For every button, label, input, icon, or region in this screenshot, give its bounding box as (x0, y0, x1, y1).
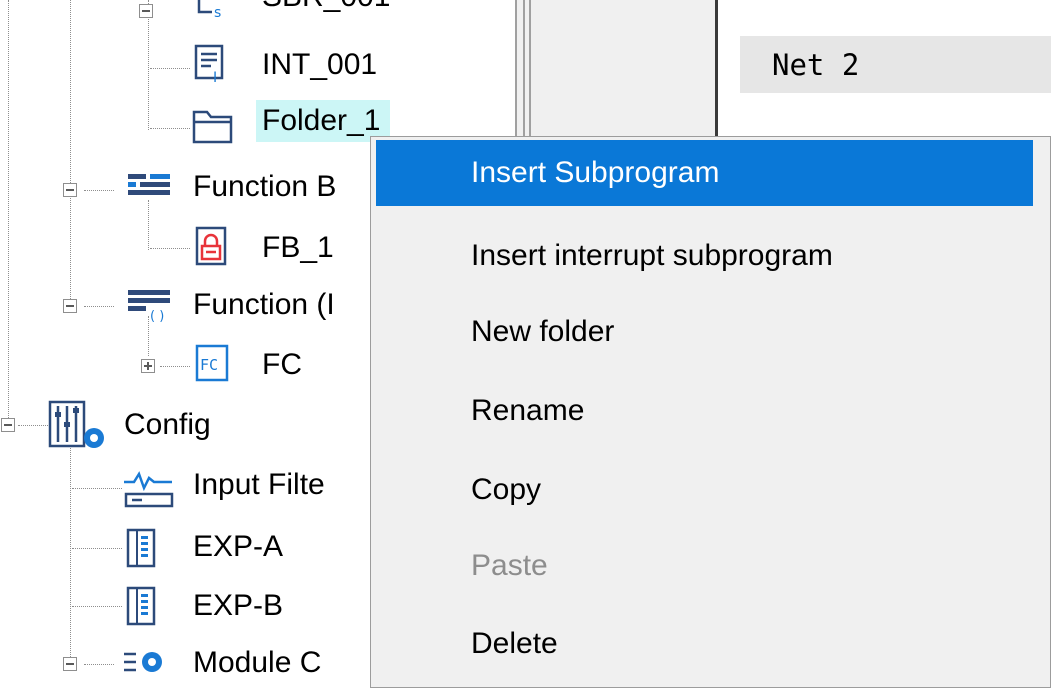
tree-line (8, 0, 9, 420)
svg-text:( ): ( ) (150, 309, 164, 324)
collapse-toggle[interactable] (63, 183, 77, 197)
collapse-toggle[interactable] (139, 4, 153, 18)
function-block-icon (128, 174, 170, 195)
tree-line (84, 190, 114, 191)
expand-toggle[interactable] (141, 359, 155, 373)
expansion-module-icon (126, 586, 156, 626)
tree-line (72, 548, 122, 549)
expansion-module-icon (126, 528, 156, 568)
svg-text:FC: FC (200, 356, 218, 374)
menu-item-new-folder[interactable]: New folder (376, 299, 1033, 365)
tree-line (148, 0, 149, 130)
context-menu: Insert Subprogram Insert interrupt subpr… (370, 136, 1051, 688)
svg-text:I: I (213, 70, 217, 84)
menu-item-paste: Paste (471, 549, 548, 582)
menu-item-delete[interactable]: Delete (376, 611, 1033, 677)
function-icon: ( ) (128, 290, 170, 324)
tree-line (150, 68, 190, 69)
tree-line (18, 425, 48, 426)
subroutine-icon: s (197, 0, 221, 20)
input-filter-icon (124, 471, 174, 508)
collapse-toggle[interactable] (63, 299, 77, 313)
tree-line (84, 664, 114, 665)
folder-icon (192, 110, 233, 144)
menu-item-insert-subprogram[interactable]: Insert Subprogram (376, 140, 1033, 206)
menu-item-rename[interactable]: Rename (376, 378, 1033, 444)
menu-item-insert-interrupt-subprogram[interactable]: Insert interrupt subprogram (376, 223, 1033, 289)
tree-line (72, 606, 122, 607)
tree-line (150, 248, 190, 249)
tree-line (84, 306, 114, 307)
module-config-icon (124, 652, 162, 672)
interrupt-icon: I (194, 44, 224, 84)
svg-text:s: s (214, 5, 221, 20)
collapse-toggle[interactable] (1, 418, 15, 432)
menu-item-copy[interactable]: Copy (376, 457, 1033, 523)
net-label: Net 2 (772, 48, 860, 82)
config-icon (48, 400, 104, 448)
tree-line (70, 0, 71, 305)
tree-line (72, 488, 122, 489)
collapse-toggle[interactable] (63, 657, 77, 671)
locked-block-icon (195, 226, 227, 266)
tree-line (150, 128, 190, 129)
fc-icon: FC (195, 344, 229, 382)
tree-line (70, 440, 71, 665)
tree-line (160, 366, 190, 367)
net-header[interactable]: Net 2 (740, 36, 1051, 93)
